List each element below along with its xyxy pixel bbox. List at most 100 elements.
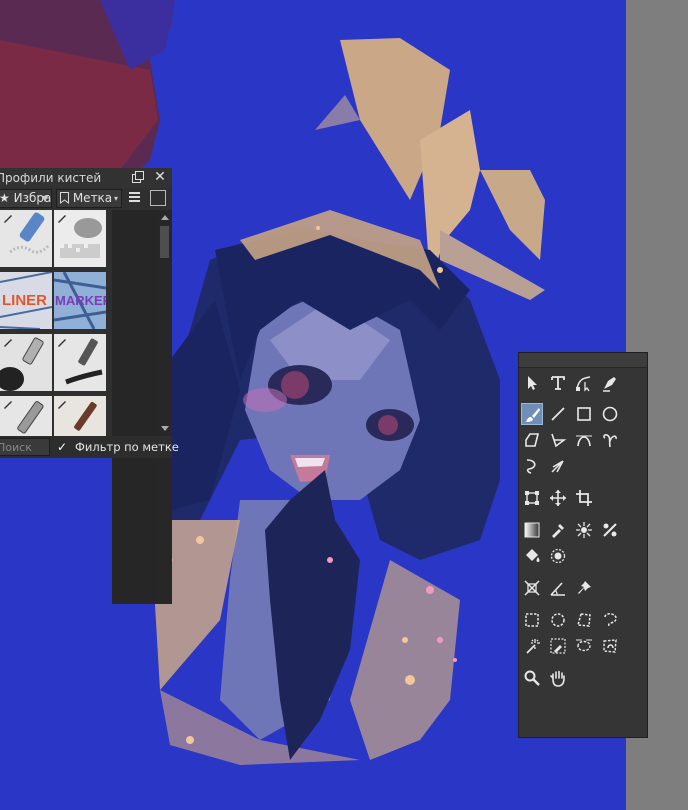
docker-titlebar[interactable]: Профили кистей ✕ — [0, 168, 172, 188]
preset-tile-pencil-hard[interactable] — [54, 334, 106, 391]
preset-tile-pencil-soft[interactable] — [0, 334, 52, 391]
scroll-up-icon[interactable] — [161, 215, 169, 220]
calligraphy-tool[interactable] — [599, 372, 621, 394]
move-icon — [550, 490, 566, 506]
rectangle-icon — [577, 407, 591, 421]
preset-scrollbar[interactable] — [158, 210, 172, 604]
similar-select-tool[interactable] — [547, 635, 569, 657]
marker-art-text: MARKER — [55, 293, 106, 308]
pin-icon — [578, 581, 591, 594]
filter-by-tag-label: Фильтр по метке — [75, 440, 179, 454]
close-docker-icon[interactable]: ✕ — [153, 169, 167, 185]
enclosed-fill-tool[interactable] — [547, 545, 569, 567]
gradient-tool[interactable] — [521, 519, 543, 541]
ellipse-tool[interactable] — [599, 403, 621, 425]
bezier-select-tool[interactable] — [573, 635, 595, 657]
filter-by-tag-checkbox[interactable]: ✓ — [57, 440, 71, 454]
measure-icon — [550, 582, 565, 596]
color-picker-tool[interactable] — [547, 519, 569, 541]
dynamic-brush-icon — [526, 459, 536, 474]
bezier-select-icon — [576, 639, 592, 652]
bezier-curve-tool[interactable] — [573, 429, 595, 451]
search-placeholder: Поиск — [0, 441, 32, 454]
reference-images-tool[interactable] — [573, 577, 595, 599]
polygon-icon — [525, 433, 540, 447]
preset-tile-blender-marker[interactable] — [0, 210, 52, 267]
smart-patch-icon — [576, 522, 592, 538]
similar-select-icon — [550, 638, 566, 654]
multibrush-icon — [551, 460, 564, 473]
magnetic-select-tool[interactable] — [599, 635, 621, 657]
pointer-icon — [528, 376, 537, 390]
smart-patch-tool[interactable] — [573, 519, 595, 541]
pattern-icon — [603, 523, 617, 537]
rectangle-tool[interactable] — [573, 403, 595, 425]
fill-tool[interactable] — [521, 545, 543, 567]
marker-thumbnail: MARKER — [54, 272, 106, 329]
docker-toolbar: ★ Избранное ▼ Метка ▾ — [0, 188, 172, 210]
favorites-combo[interactable]: ★ Избранное ▼ — [0, 189, 52, 208]
preset-grid-empty — [112, 210, 158, 604]
calligraphy-pen-icon — [603, 377, 616, 392]
polygon-select-icon — [577, 613, 591, 627]
magnifier-icon — [524, 670, 540, 686]
freehand-select-tool[interactable] — [599, 609, 621, 631]
select-shapes-tool[interactable] — [521, 372, 543, 394]
brush-presets-docker: Профили кистей ✕ ★ Избранное ▼ Метка ▾ — [0, 168, 179, 604]
pen-edit-icon — [2, 336, 14, 348]
text-tool[interactable] — [547, 372, 569, 394]
scroll-thumb[interactable] — [160, 226, 169, 258]
freehand-brush-tool[interactable] — [521, 403, 543, 425]
paint-bucket-icon — [526, 549, 540, 562]
magnetic-select-icon — [603, 639, 617, 653]
pan-tool[interactable] — [547, 667, 569, 689]
ellipse-select-tool[interactable] — [547, 609, 569, 631]
docker-footer: Поиск ✓ Фильтр по метке — [0, 436, 179, 458]
enclosed-fill-icon — [550, 548, 566, 564]
zoom-tool[interactable] — [521, 667, 543, 689]
pen-edit-icon — [56, 336, 68, 348]
bezier-icon — [576, 435, 592, 447]
multibrush-tool[interactable] — [547, 455, 569, 477]
hand-icon — [550, 670, 565, 687]
liner-thumbnail: LINER — [0, 272, 52, 329]
pen-edit-icon — [2, 398, 14, 410]
move-tool[interactable] — [547, 487, 569, 509]
contiguous-select-tool[interactable] — [521, 635, 543, 657]
dynamic-brush-tool[interactable] — [521, 455, 543, 477]
polygon-tool[interactable] — [521, 429, 543, 451]
bookmark-icon — [57, 191, 73, 205]
toolbox-titlebar[interactable] — [519, 353, 647, 368]
toolbox — [518, 352, 648, 738]
transform-icon — [525, 491, 539, 505]
freehand-path-tool[interactable] — [599, 429, 621, 451]
magic-wand-icon — [526, 639, 540, 654]
ellipse-select-icon — [551, 613, 565, 627]
ellipse-icon — [602, 406, 618, 422]
preset-tile-marker[interactable]: MARKER — [54, 272, 106, 329]
fill-with-pattern-tool[interactable] — [599, 519, 621, 541]
edit-shapes-tool[interactable] — [573, 372, 595, 394]
polygon-select-tool[interactable] — [573, 609, 595, 631]
chevron-down-icon: ▼ — [41, 194, 48, 203]
polyline-tool[interactable] — [547, 429, 569, 451]
assistant-tool[interactable] — [521, 577, 543, 599]
preset-search-input[interactable]: Поиск — [0, 438, 50, 456]
tag-combo-value: Метка — [72, 191, 113, 205]
scroll-down-icon[interactable] — [161, 426, 169, 431]
tag-combo[interactable]: Метка ▾ — [56, 189, 122, 208]
line-tool[interactable] — [547, 403, 569, 425]
edit-shapes-icon — [576, 376, 591, 392]
float-docker-icon[interactable] — [132, 171, 144, 183]
preset-tile-eraser-soft[interactable] — [54, 210, 106, 267]
rect-select-icon — [525, 613, 539, 627]
transform-tool[interactable] — [521, 487, 543, 509]
view-mode-icon[interactable] — [150, 190, 166, 206]
crop-tool[interactable] — [573, 487, 595, 509]
rect-select-tool[interactable] — [521, 609, 543, 631]
measure-tool[interactable] — [547, 577, 569, 599]
hamburger-menu-icon[interactable] — [127, 190, 143, 206]
preset-tile-liner[interactable]: LINER — [0, 272, 52, 329]
line-icon — [551, 407, 565, 421]
pen-edit-icon — [56, 398, 68, 410]
